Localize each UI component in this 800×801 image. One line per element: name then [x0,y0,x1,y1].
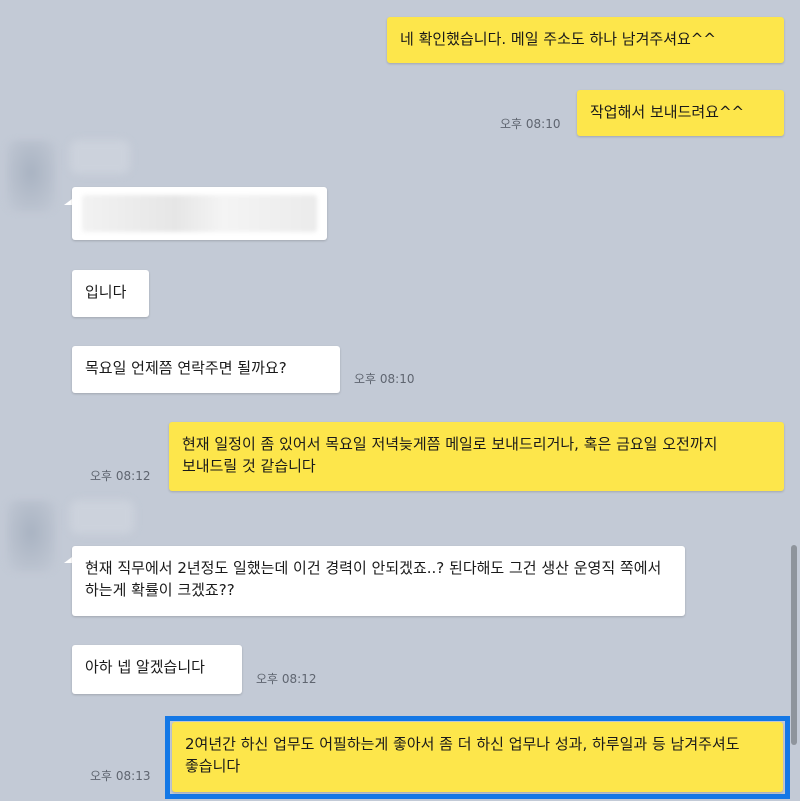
avatar[interactable] [6,500,56,572]
message-bubble-theirs[interactable]: 현재 직무에서 2년정도 일했는데 이건 경력이 안되겠죠..? 된다해도 그건… [72,546,685,616]
message-bubble-theirs[interactable] [72,187,327,240]
bubble-tail [64,199,72,205]
message-bubble-theirs[interactable]: 아하 넵 알겠습니다 [72,645,242,694]
redacted-content [82,195,317,232]
message-time: 오후 08:12 [90,469,151,483]
message-time: 오후 08:12 [256,672,317,686]
message-bubble-mine[interactable]: 네 확인했습니다. 메일 주소도 하나 남겨주셔요^^ [387,17,784,63]
message-bubble-mine-highlighted[interactable]: 2여년간 하신 업무도 어필하는게 좋아서 좀 더 하신 업무나 성과, 하루일… [172,722,783,792]
message-bubble-mine[interactable]: 작업해서 보내드려요^^ [577,90,784,136]
message-time: 오후 08:13 [90,769,151,783]
sender-name [70,140,130,174]
message-time: 오후 08:10 [500,117,561,131]
scrollbar-thumb[interactable] [791,545,797,745]
message-bubble-theirs[interactable]: 목요일 언제쯤 연락주면 될까요? [72,346,340,393]
sender-name [70,500,134,534]
bubble-tail [64,557,72,563]
avatar[interactable] [6,140,56,212]
message-time: 오후 08:10 [354,372,415,386]
message-bubble-theirs[interactable]: 입니다 [72,270,149,317]
message-bubble-mine[interactable]: 현재 일정이 좀 있어서 목요일 저녁늦게쯤 메일로 보내드리거나, 혹은 금요… [169,422,784,491]
